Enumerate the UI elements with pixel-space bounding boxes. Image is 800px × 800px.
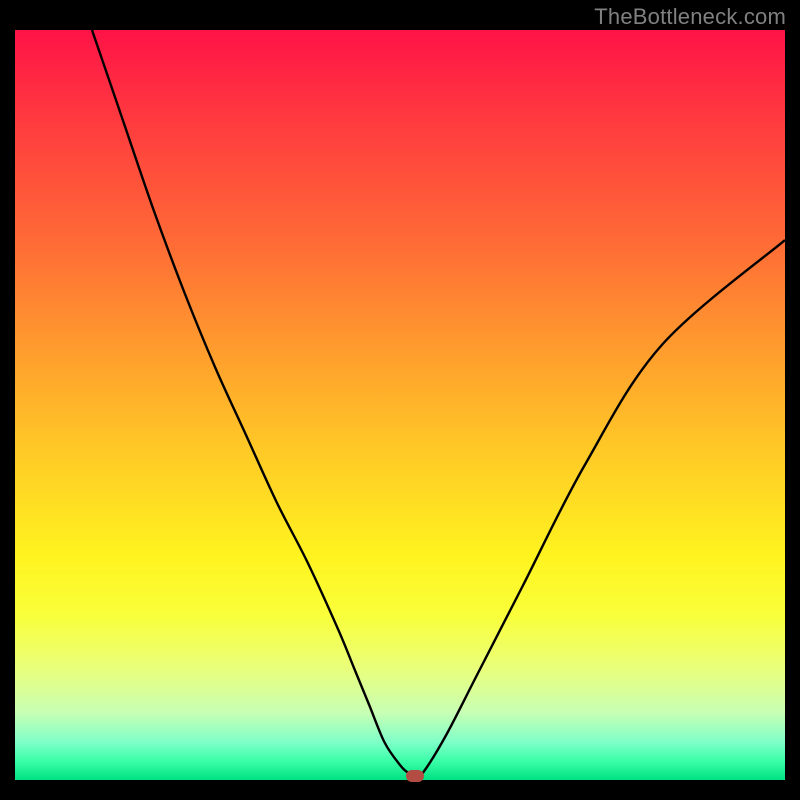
watermark-text: TheBottleneck.com	[594, 4, 786, 30]
bottleneck-curve	[92, 30, 785, 777]
plot-area	[15, 30, 785, 780]
minimum-marker	[406, 770, 424, 782]
chart-canvas: TheBottleneck.com	[0, 0, 800, 800]
curve-svg	[15, 30, 785, 780]
